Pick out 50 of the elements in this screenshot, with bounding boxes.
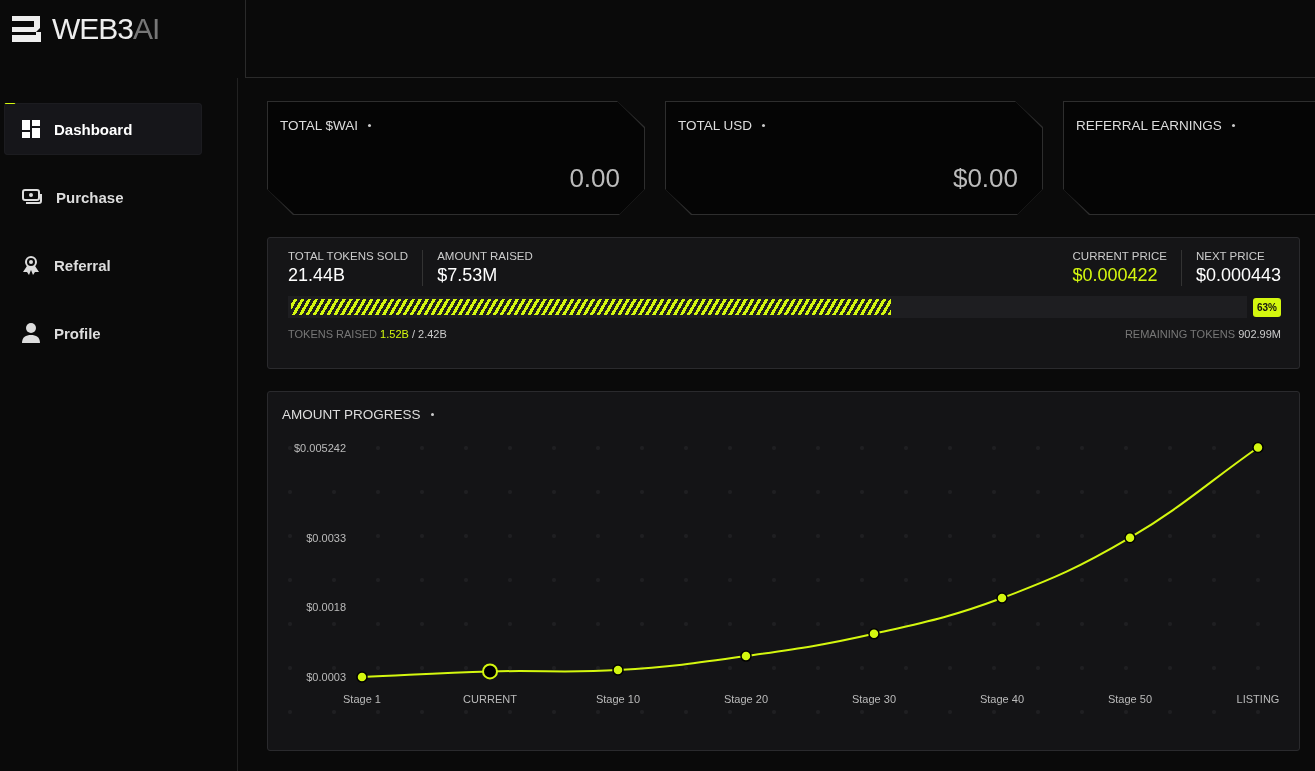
y-tick-label: $0.0033 (306, 531, 346, 544)
logo-icon (10, 14, 44, 44)
data-point (356, 671, 368, 683)
stat-label: CURRENT PRICE (1072, 250, 1167, 262)
chart-title: AMOUNT PROGRESS (282, 407, 421, 422)
logo-wordmark: WEB3AI (52, 12, 160, 46)
x-tick-label: Stage 20 (724, 693, 768, 705)
card-value: 0.00 (569, 163, 620, 194)
data-point (612, 664, 624, 676)
bullet-icon (430, 413, 434, 416)
data-point (1252, 441, 1264, 454)
stat-value: 21.44B (288, 265, 347, 286)
award-icon (22, 255, 40, 275)
x-tick-label: LISTING (1236, 693, 1280, 705)
grid-icon (22, 120, 40, 138)
stat-value: $0.000422 (1072, 265, 1159, 286)
remaining-tokens-text: REMAINING TOKENS 902.99M (1124, 328, 1281, 340)
stat-value: $0.000443 (1195, 265, 1281, 286)
stat-label: NEXT PRICE (1195, 250, 1266, 262)
user-icon (22, 323, 40, 343)
percent-badge: 63% (1253, 297, 1281, 317)
stat-label: TOTAL TOKENS SOLD (288, 250, 409, 262)
data-point (868, 628, 880, 640)
cash-icon (22, 189, 42, 205)
x-tick-label: Stage 50 (1108, 693, 1152, 705)
card-title: REFERRAL EARNINGS (1076, 118, 1222, 133)
x-tick-label: CURRENT (463, 693, 517, 705)
data-point (996, 592, 1008, 604)
card-title: TOTAL $WAI (280, 118, 358, 133)
tokens-raised-text: TOKENS RAISED 1.52B / 2.42B (288, 328, 447, 340)
sidebar-item[interactable]: Profile (4, 307, 202, 359)
card-title: TOTAL USD (678, 118, 752, 133)
x-tick-label: Stage 30 (852, 693, 896, 705)
card-value: $0.00 (952, 163, 1018, 194)
stat-label: AMOUNT RAISED (437, 250, 533, 262)
y-tick-label: $0.0018 (306, 601, 346, 614)
x-tick-label: Stage 10 (596, 693, 640, 705)
y-tick-label: $0.0003 (306, 671, 346, 683)
current-point (482, 663, 498, 680)
data-point (1124, 531, 1136, 544)
data-point (740, 650, 752, 662)
stat-value: $7.53M (437, 265, 499, 286)
x-tick-label: Stage 1 (343, 693, 381, 705)
bullet-icon (1231, 124, 1235, 127)
bullet-icon (368, 124, 371, 127)
sidebar-item[interactable]: Purchase (4, 171, 202, 223)
x-tick-label: Stage 40 (980, 693, 1024, 705)
sidebar-item[interactable]: Referral (4, 239, 202, 291)
bullet-icon (762, 124, 765, 127)
y-tick-label: $0.005242 (294, 441, 346, 454)
